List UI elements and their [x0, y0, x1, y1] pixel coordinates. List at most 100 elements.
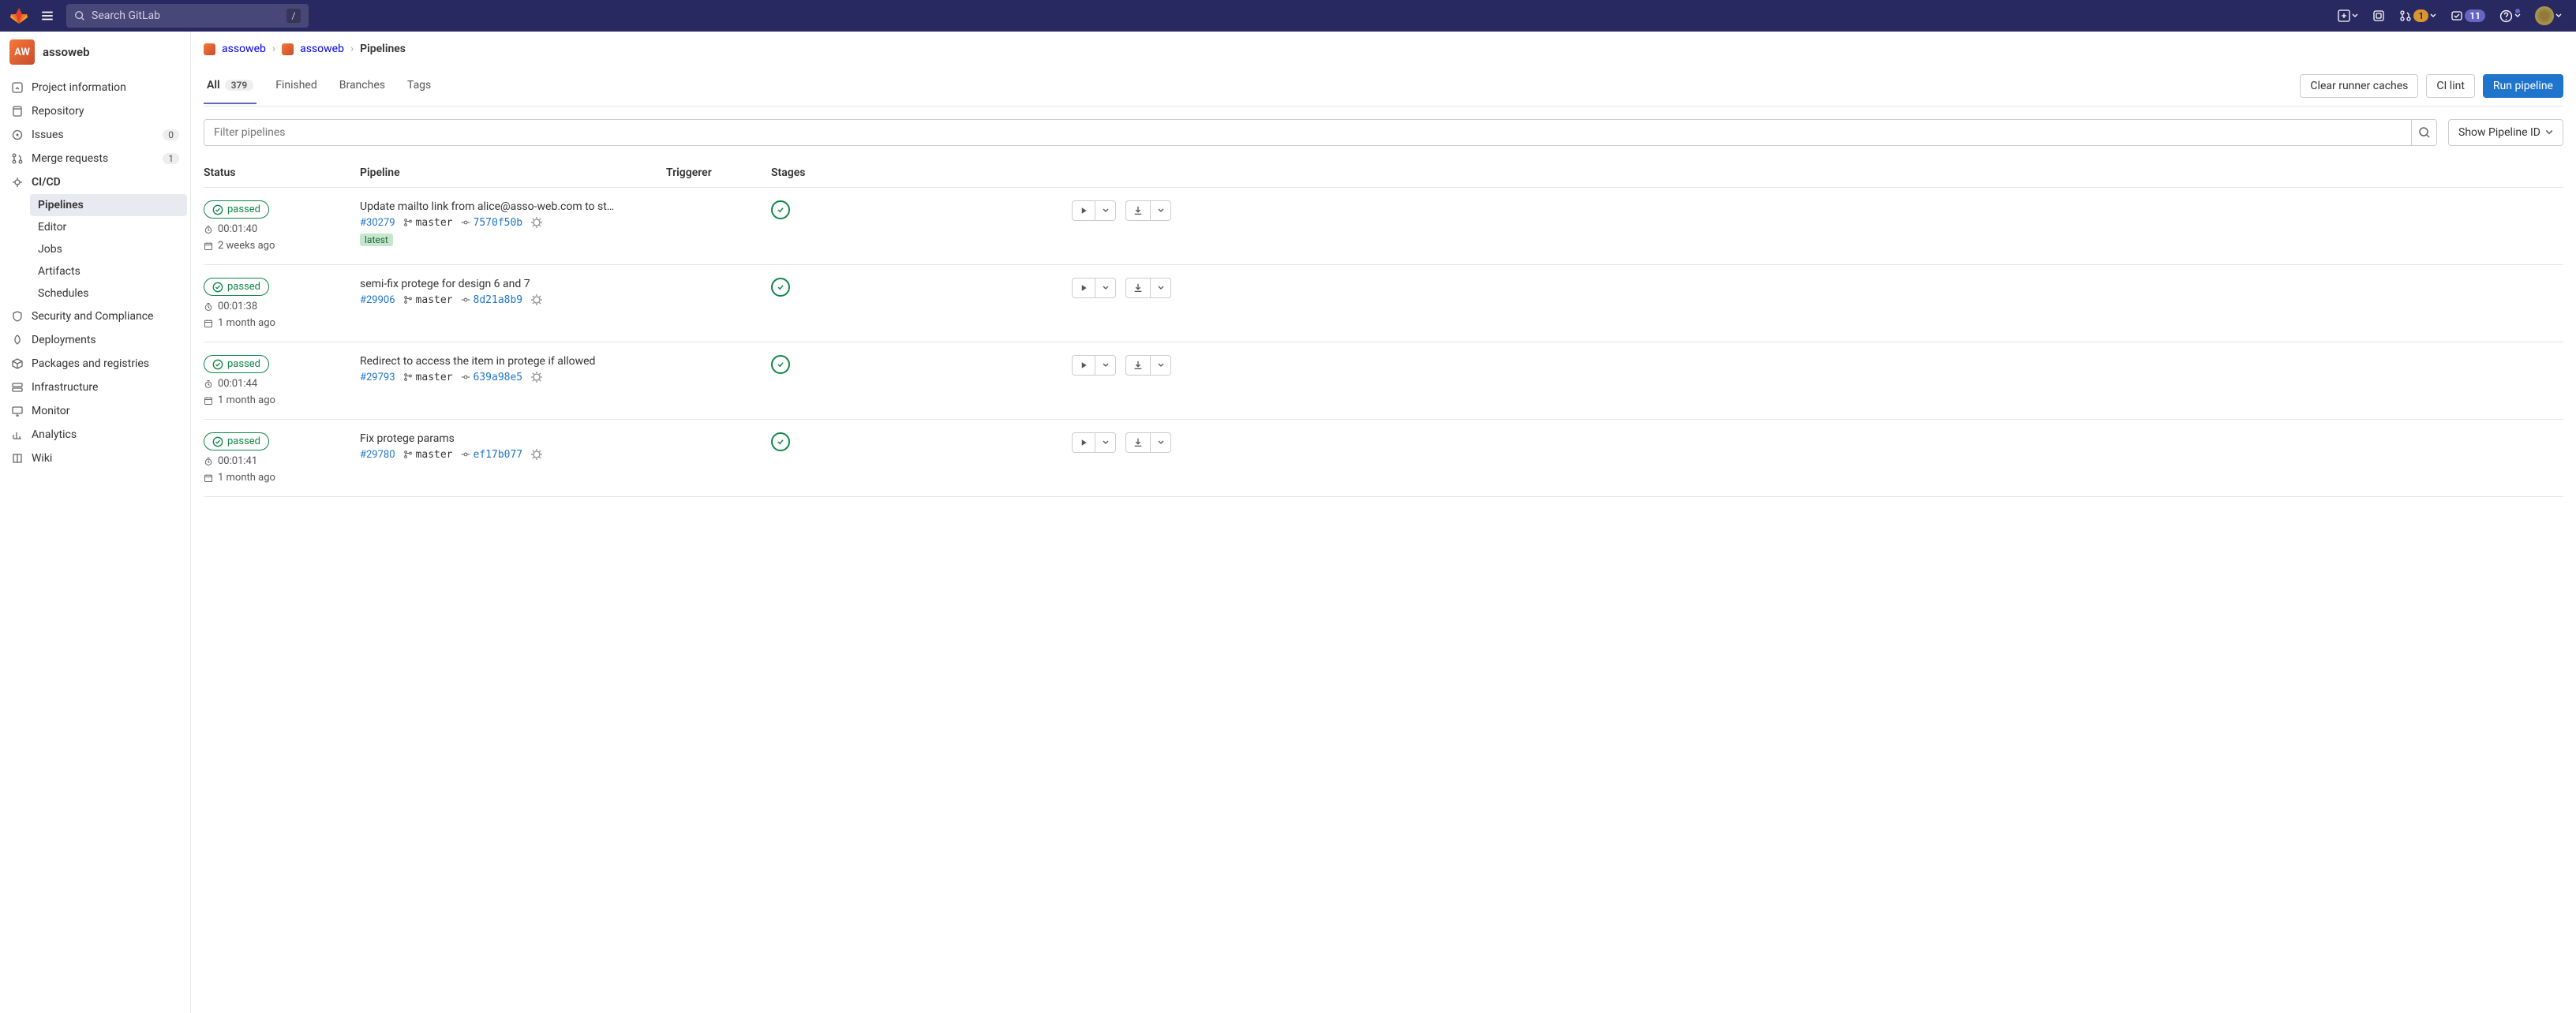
branch-link[interactable]: master	[403, 449, 453, 461]
status-badge[interactable]: passed	[204, 200, 269, 219]
breadcrumb-project[interactable]: assoweb	[300, 43, 344, 55]
download-dropdown[interactable]	[1151, 355, 1171, 376]
sidebar-subitem-schedules[interactable]: Schedules	[30, 282, 187, 305]
commit-link[interactable]: 7570f50b	[461, 217, 523, 229]
download-dropdown[interactable]	[1151, 200, 1171, 221]
sidebar-item-wiki[interactable]: Wiki	[3, 447, 187, 470]
sidebar-subitem-jobs[interactable]: Jobs	[30, 238, 187, 260]
actions-cell	[1030, 278, 1171, 298]
tab-all[interactable]: All379	[204, 68, 256, 104]
download-dropdown[interactable]	[1151, 432, 1171, 453]
filter-search-button[interactable]	[2411, 120, 2436, 145]
todos-shortcut[interactable]: 11	[2446, 6, 2490, 25]
search-input[interactable]	[92, 9, 280, 22]
merge-requests-shortcut[interactable]: 1	[2394, 6, 2441, 25]
play-dropdown[interactable]	[1095, 355, 1116, 376]
gear-icon[interactable]	[530, 216, 543, 229]
gitlab-logo-icon[interactable]	[9, 6, 28, 25]
sidebar-item-repository[interactable]: Repository	[3, 99, 187, 123]
filter-input[interactable]	[204, 120, 2411, 145]
project-header[interactable]: AW assoweb	[0, 32, 190, 73]
notification-dot	[2514, 8, 2521, 14]
tab-finished[interactable]: Finished	[272, 68, 320, 104]
user-menu[interactable]	[2530, 3, 2567, 28]
sidebar-item-ci-cd[interactable]: CI/CD	[3, 170, 187, 194]
commit-link[interactable]: ef17b077	[461, 449, 523, 461]
sidebar-item-label: Repository	[32, 105, 84, 118]
commit-link[interactable]: 639a98e5	[461, 372, 523, 383]
stage-status[interactable]	[771, 200, 790, 219]
clear-runner-caches-button[interactable]: Clear runner caches	[2300, 74, 2418, 98]
status-badge[interactable]: passed	[204, 278, 269, 296]
duration: 00:01:38	[204, 301, 354, 312]
sidebar-item-monitor[interactable]: Monitor	[3, 399, 187, 423]
branch-link[interactable]: master	[403, 372, 453, 383]
create-menu[interactable]	[2333, 6, 2363, 25]
branch-icon	[403, 295, 413, 305]
sidebar-subitem-pipelines[interactable]: Pipelines	[30, 194, 187, 216]
status-badge[interactable]: passed	[204, 355, 269, 373]
issues-shortcut[interactable]	[2368, 6, 2390, 25]
hamburger-menu-button[interactable]	[35, 3, 60, 28]
pipeline-id-link[interactable]: #29906	[360, 294, 395, 306]
stage-status[interactable]	[771, 355, 790, 374]
sidebar-subitem-artifacts[interactable]: Artifacts	[30, 260, 187, 282]
sidebar-item-label: Project information	[32, 81, 126, 94]
commit-link[interactable]: 8d21a8b9	[461, 294, 523, 306]
chevron-down-icon	[1158, 439, 1164, 446]
sidebar-item-merge-requests[interactable]: Merge requests1	[3, 147, 187, 170]
status-cell: passed 00:01:44 1 month ago	[204, 355, 354, 406]
download-button[interactable]	[1125, 432, 1151, 453]
dropdown-label: Show Pipeline ID	[2458, 126, 2540, 139]
play-button[interactable]	[1072, 432, 1095, 453]
download-button[interactable]	[1125, 278, 1151, 298]
pipeline-id-link[interactable]: #29780	[360, 449, 395, 461]
tab-tags[interactable]: Tags	[404, 68, 434, 104]
sidebar-item-label: Pipelines	[38, 199, 84, 211]
play-button[interactable]	[1072, 355, 1095, 376]
download-button[interactable]	[1125, 200, 1151, 221]
branch-link[interactable]: master	[403, 294, 453, 306]
play-button[interactable]	[1072, 278, 1095, 298]
show-pipeline-id-dropdown[interactable]: Show Pipeline ID	[2448, 119, 2563, 146]
pipeline-id-link[interactable]: #30279	[360, 217, 395, 229]
mr-icon	[11, 152, 24, 165]
pipeline-id-link[interactable]: #29793	[360, 372, 395, 383]
sidebar-item-project-information[interactable]: Project information	[3, 76, 187, 99]
download-button[interactable]	[1125, 355, 1151, 376]
play-dropdown[interactable]	[1095, 278, 1116, 298]
sidebar-item-label: Wiki	[32, 452, 52, 465]
sidebar-item-packages-and-registries[interactable]: Packages and registries	[3, 352, 187, 376]
play-dropdown[interactable]	[1095, 200, 1116, 221]
help-menu[interactable]	[2495, 6, 2525, 26]
breadcrumb-group[interactable]: assoweb	[222, 43, 266, 55]
download-dropdown[interactable]	[1151, 278, 1171, 298]
pipeline-cell: Update mailto link from alice@asso-web.c…	[360, 200, 660, 246]
count-badge: 1	[163, 153, 179, 164]
todo-icon	[2451, 9, 2463, 22]
global-search[interactable]: /	[66, 4, 309, 28]
sidebar-item-infrastructure[interactable]: Infrastructure	[3, 376, 187, 399]
gear-icon[interactable]	[530, 371, 543, 383]
sidebar-item-analytics[interactable]: Analytics	[3, 423, 187, 447]
branch-link[interactable]: master	[403, 217, 453, 229]
ci-lint-button[interactable]: CI lint	[2426, 74, 2475, 98]
stage-status[interactable]	[771, 278, 790, 297]
hamburger-icon	[40, 9, 54, 23]
sidebar-item-security-and-compliance[interactable]: Security and Compliance	[3, 305, 187, 328]
play-dropdown[interactable]	[1095, 432, 1116, 453]
sidebar-item-deployments[interactable]: Deployments	[3, 328, 187, 352]
sidebar-subitem-editor[interactable]: Editor	[30, 216, 187, 238]
play-button[interactable]	[1072, 200, 1095, 221]
run-pipeline-button[interactable]: Run pipeline	[2483, 74, 2563, 98]
breadcrumb-separator: ›	[272, 43, 275, 55]
gear-icon[interactable]	[530, 293, 543, 306]
status-badge[interactable]: passed	[204, 432, 269, 450]
sidebar-item-issues[interactable]: Issues0	[3, 123, 187, 147]
stage-status[interactable]	[771, 432, 790, 451]
tab-branches[interactable]: Branches	[336, 68, 388, 104]
sidebar-item-label: CI/CD	[32, 176, 61, 189]
gear-icon[interactable]	[530, 448, 543, 461]
commit-icon	[461, 372, 470, 382]
filter-pipelines[interactable]	[204, 119, 2437, 146]
